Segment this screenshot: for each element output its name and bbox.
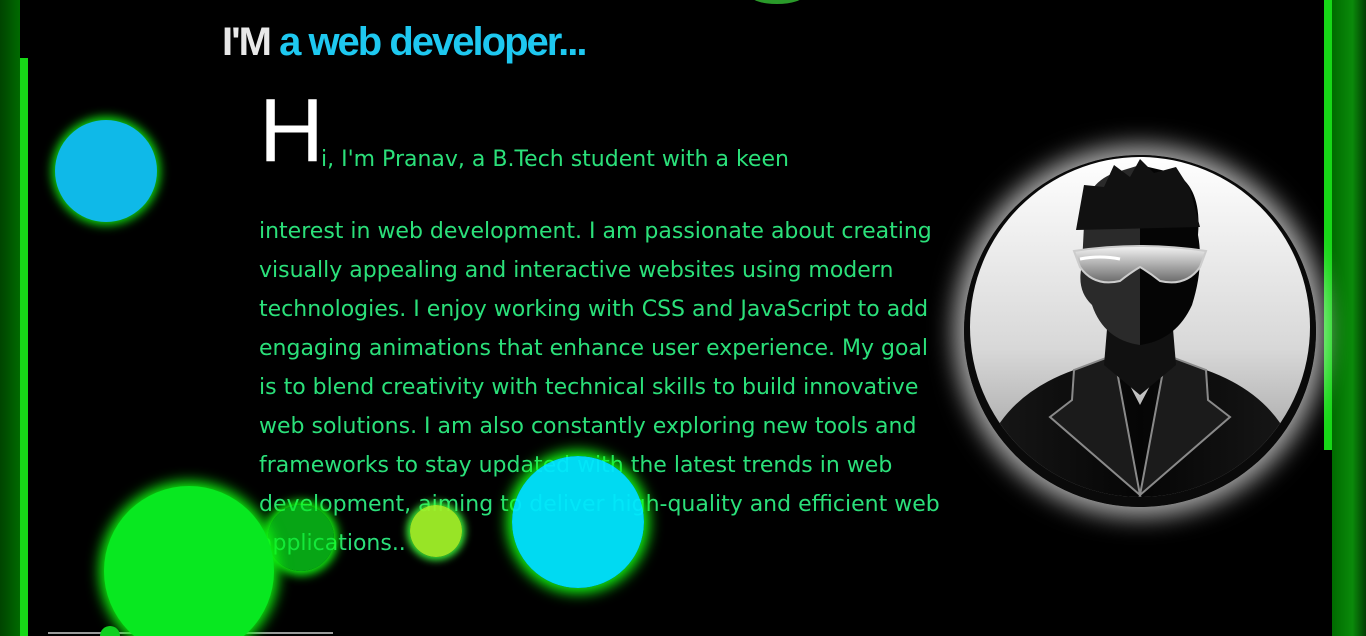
lime-bubble bbox=[410, 505, 462, 557]
avatar-silhouette-icon bbox=[964, 155, 1316, 507]
heading-prefix: I'M bbox=[222, 20, 272, 64]
left-frame bbox=[0, 0, 20, 636]
profile-avatar bbox=[964, 155, 1316, 507]
blue-bubble bbox=[55, 120, 157, 222]
green-bubble-small bbox=[268, 505, 334, 571]
right-frame bbox=[1332, 0, 1366, 636]
intro-first-line: H i, I'm Pranav, a B.Tech student with a… bbox=[259, 86, 949, 212]
left-frame-stripe bbox=[20, 58, 28, 636]
green-bubble-large bbox=[104, 486, 274, 636]
portfolio-page: I'M a web developer... H i, I'm Pranav, … bbox=[0, 0, 1366, 636]
heading-role: a web developer... bbox=[279, 20, 587, 64]
cyan-bubble bbox=[512, 456, 644, 588]
top-bubble bbox=[750, 0, 804, 4]
right-frame-stripe bbox=[1324, 0, 1332, 450]
drop-cap: H bbox=[259, 81, 324, 181]
intro-first-text: i, I'm Pranav, a B.Tech student with a k… bbox=[321, 147, 789, 172]
page-heading: I'M a web developer... bbox=[222, 16, 587, 68]
green-bubble-tiny bbox=[100, 626, 120, 636]
